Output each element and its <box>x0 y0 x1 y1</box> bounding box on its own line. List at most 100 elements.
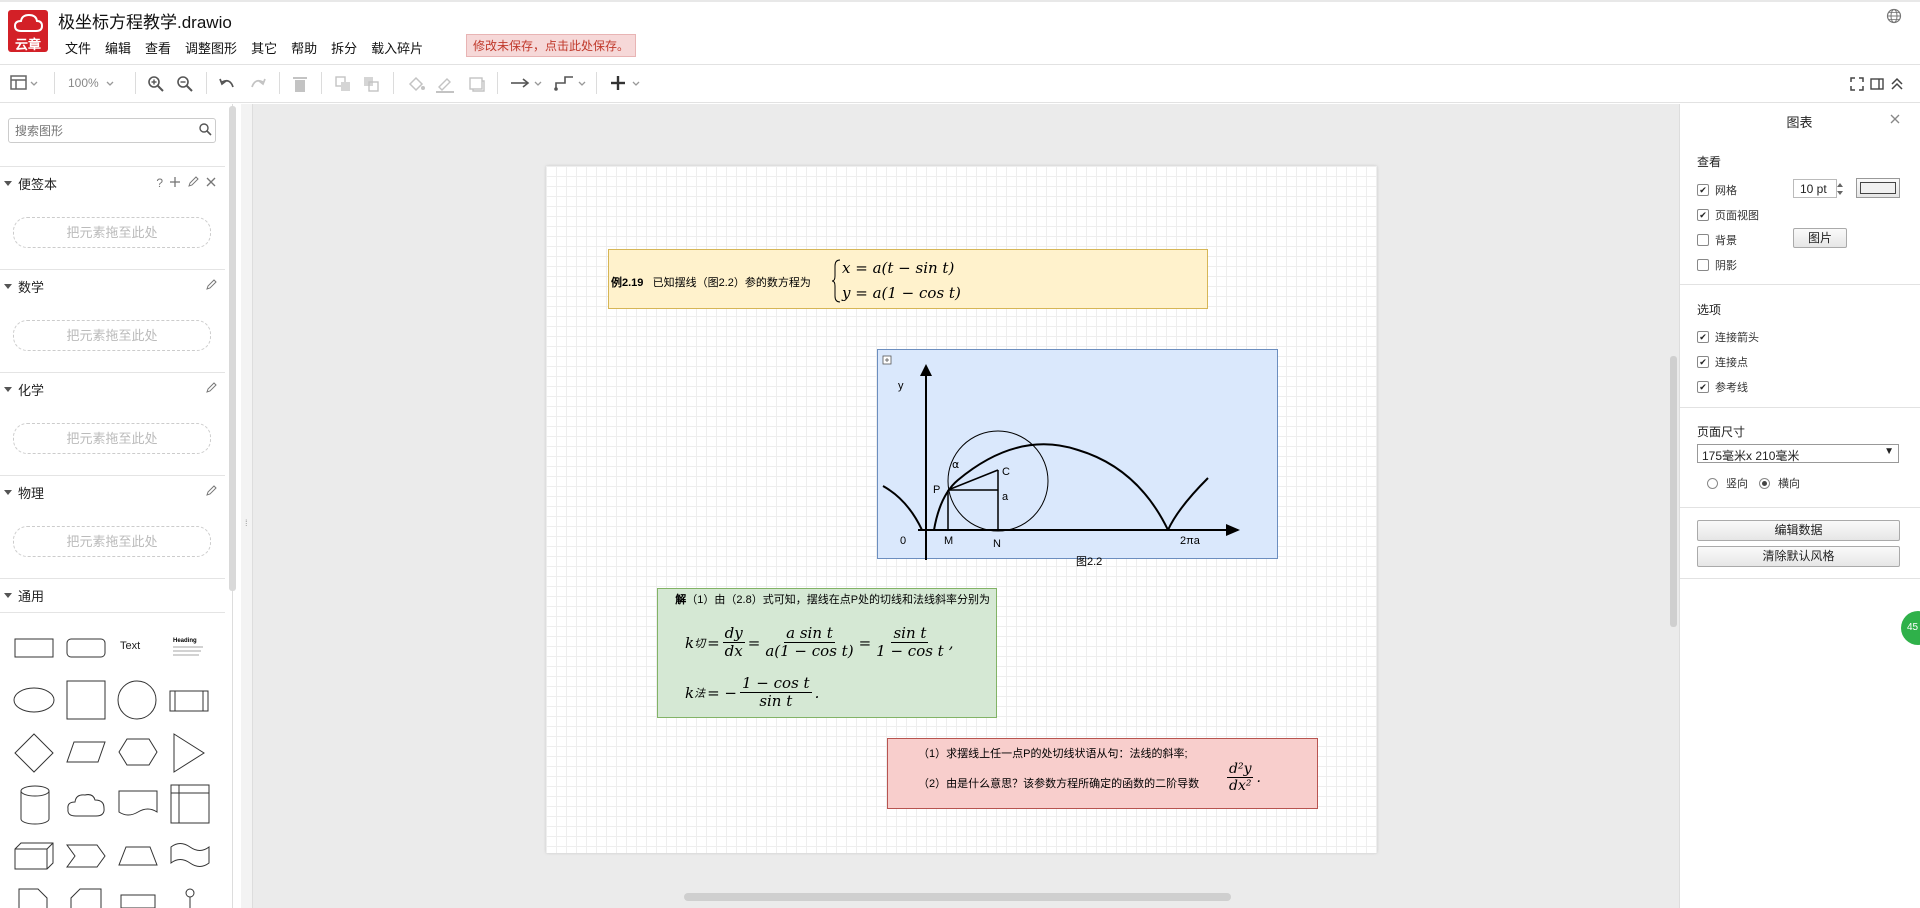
process-shape[interactable] <box>169 690 209 712</box>
close-icon[interactable] <box>205 176 217 188</box>
format-panel-icon[interactable] <box>1869 76 1885 92</box>
cylinder-shape[interactable] <box>20 785 50 825</box>
globe-icon[interactable] <box>1886 8 1902 24</box>
delete-icon[interactable] <box>292 75 308 93</box>
sidebar-splitter[interactable] <box>241 104 253 908</box>
grid-checkbox[interactable]: ✔ 网格 <box>1697 182 1737 198</box>
menu-file[interactable]: 文件 <box>58 36 98 59</box>
format-panel-toggle[interactable] <box>10 72 40 94</box>
zoom-out-icon[interactable] <box>176 75 194 93</box>
grid-checkbox-box[interactable]: ✔ <box>1697 184 1709 196</box>
menu-view[interactable]: 查看 <box>138 36 178 59</box>
hexagon-shape[interactable] <box>118 738 158 766</box>
radio-portrait-dot[interactable] <box>1707 477 1718 489</box>
zoom-in-icon[interactable] <box>147 75 165 93</box>
edit-icon[interactable] <box>205 485 217 497</box>
collapse-icon[interactable] <box>1889 76 1905 92</box>
card-shape[interactable] <box>70 888 102 908</box>
menu-load-snippet[interactable]: 载入碎片 <box>364 36 430 59</box>
parallelogram-shape[interactable] <box>66 741 106 763</box>
canvas-vertical-scrollbar[interactable] <box>1670 356 1677 627</box>
triangle-shape[interactable] <box>173 733 205 773</box>
connection-arrows-checkbox[interactable]: ✔ 连接箭头 <box>1697 329 1759 345</box>
note-shape[interactable] <box>18 888 48 908</box>
drop-zone-physics[interactable]: 把元素拖至此处 <box>13 526 211 557</box>
grid-color-button[interactable] <box>1856 178 1900 198</box>
edit-icon[interactable] <box>205 279 217 291</box>
drop-zone-math[interactable]: 把元素拖至此处 <box>13 320 211 351</box>
redo-icon[interactable] <box>249 76 267 92</box>
connection-points-checkbox-box[interactable]: ✔ <box>1697 356 1709 368</box>
add-icon[interactable] <box>169 176 181 188</box>
step-shape[interactable] <box>66 844 106 868</box>
edit-icon[interactable] <box>205 382 217 394</box>
shadow-icon[interactable] <box>468 75 486 93</box>
page-view-checkbox[interactable]: ✔ 页面视图 <box>1697 207 1759 223</box>
internal-storage-shape[interactable] <box>170 784 210 824</box>
line-color-icon[interactable] <box>435 75 455 93</box>
shadow-checkbox[interactable]: 阴影 <box>1697 257 1737 273</box>
insert-dropdown[interactable] <box>609 72 645 94</box>
unsaved-notice[interactable]: 修改未保存，点击此处保存。 <box>466 34 637 57</box>
help-icon[interactable]: ? <box>156 176 163 190</box>
circle-shape[interactable] <box>117 680 157 720</box>
fullscreen-icon[interactable] <box>1849 76 1865 92</box>
menu-help[interactable]: 帮助 <box>284 36 324 59</box>
sidebar-scrollbar[interactable] <box>229 106 236 591</box>
example-shape[interactable]: 例2.19 已知摆线（图2.2）参的数方程为 x = a(t − sin t) … <box>608 249 1208 309</box>
image-button[interactable]: 图片 <box>1793 228 1847 248</box>
portrait-radio[interactable]: 竖向 <box>1707 475 1748 491</box>
rounded-rectangle-shape[interactable] <box>66 638 106 658</box>
to-back-icon[interactable] <box>362 75 380 93</box>
guides-checkbox-box[interactable]: ✔ <box>1697 381 1709 393</box>
trapezoid-shape[interactable] <box>118 846 158 866</box>
callout-shape[interactable] <box>120 894 156 908</box>
shape-search-input[interactable] <box>8 118 216 143</box>
menu-edit[interactable]: 编辑 <box>98 36 138 59</box>
document-title[interactable]: 极坐标方程教学.drawio <box>58 8 232 33</box>
undo-icon[interactable] <box>218 76 236 92</box>
cloud-shape[interactable] <box>66 792 106 818</box>
menu-arrange[interactable]: 调整图形 <box>178 36 244 59</box>
actor-shape[interactable] <box>180 888 200 908</box>
section-general[interactable]: 通用 <box>0 578 225 611</box>
drop-zone-chemistry[interactable]: 把元素拖至此处 <box>13 423 211 454</box>
close-icon[interactable] <box>1890 114 1900 124</box>
zoom-dropdown[interactable]: 100% <box>68 72 119 94</box>
search-icon[interactable] <box>199 123 212 136</box>
heading-shape[interactable]: Heading <box>171 636 207 660</box>
stepper-icon[interactable] <box>1836 180 1844 198</box>
grid-size-input[interactable]: 10 pt <box>1793 179 1837 198</box>
connection-style-dropdown[interactable] <box>509 72 545 94</box>
solution-shape[interactable]: 解（1）由（2.8）式可知，摆线在点P处的切线和法线斜率分别为 k 切 = dy dx… <box>657 588 997 718</box>
waypoints-dropdown[interactable] <box>553 72 589 94</box>
edit-icon[interactable] <box>187 176 199 188</box>
menu-extras[interactable]: 其它 <box>244 36 284 59</box>
diamond-shape[interactable] <box>14 733 54 773</box>
section-chemistry[interactable]: 化学 <box>0 372 225 405</box>
section-physics[interactable]: 物理 <box>0 475 225 508</box>
section-scratchpad[interactable]: 便签本 ? <box>0 166 225 199</box>
landscape-radio[interactable]: 横向 <box>1759 475 1800 491</box>
connection-points-checkbox[interactable]: ✔ 连接点 <box>1697 354 1748 370</box>
cube-shape[interactable] <box>14 842 54 870</box>
rectangle-shape[interactable] <box>14 638 54 658</box>
clear-default-style-button[interactable]: 清除默认风格 <box>1697 546 1900 567</box>
canvas-horizontal-scrollbar[interactable] <box>684 893 1231 901</box>
edit-data-button[interactable]: 编辑数据 <box>1697 520 1900 541</box>
page-view-checkbox-box[interactable]: ✔ <box>1697 209 1709 221</box>
app-logo[interactable]: 云章 <box>8 10 48 52</box>
fill-color-icon[interactable] <box>407 75 425 93</box>
text-shape[interactable]: Text <box>120 640 140 652</box>
document-shape[interactable] <box>118 790 158 818</box>
radio-landscape-dot[interactable] <box>1759 477 1770 489</box>
questions-shape[interactable]: （1）求摆线上任一点P的处切线状语从句：法线的斜率; （2）由是什么意思？该参数… <box>887 738 1318 809</box>
section-math[interactable]: 数学 <box>0 269 225 302</box>
menu-split[interactable]: 拆分 <box>324 36 364 59</box>
drop-zone-scratchpad[interactable]: 把元素拖至此处 <box>13 217 211 248</box>
guides-checkbox[interactable]: ✔ 参考线 <box>1697 379 1748 395</box>
background-checkbox[interactable]: 背景 <box>1697 232 1737 248</box>
shadow-checkbox-box[interactable] <box>1697 259 1709 271</box>
connection-arrows-checkbox-box[interactable]: ✔ <box>1697 331 1709 343</box>
page-size-select[interactable]: 175毫米x 210毫米 ▼ <box>1697 444 1899 463</box>
